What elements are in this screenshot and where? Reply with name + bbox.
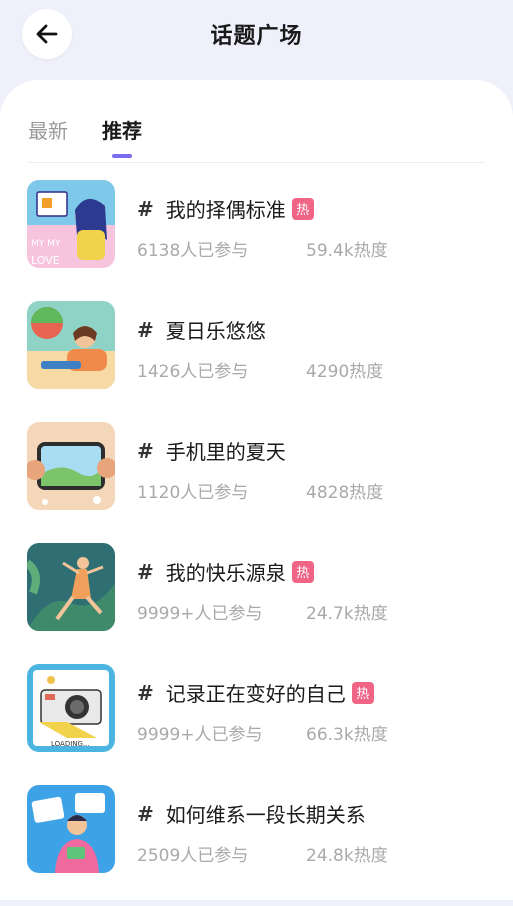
participant-count: 9999+人已参与: [137, 604, 263, 624]
heat-value: 4828热度: [306, 483, 384, 503]
tab-recommended-label: 推荐: [102, 119, 142, 143]
hashtag-icon: #: [137, 196, 154, 221]
topic-meta: 1426人已参与 4290热度: [137, 357, 383, 382]
topic-row[interactable]: LOADING... # 记录正在变好的自己 热 9999+人已参与 66.3k…: [0, 664, 513, 785]
topic-thumbnail: [27, 422, 115, 510]
hashtag-icon: #: [137, 680, 154, 705]
participant-count: 6138人已参与: [137, 241, 249, 261]
content-card: 最新 推荐 MY MY LOVE # 我的择偶标准 热 6138人已参与 59.…: [0, 80, 513, 900]
topic-thumbnail: MY MY LOVE: [27, 180, 115, 268]
heat-value: 59.4k热度: [306, 241, 388, 261]
topic-title-line: # 我的快乐源泉 热: [137, 557, 314, 586]
topic-row[interactable]: # 我的快乐源泉 热 9999+人已参与 24.7k热度: [0, 543, 513, 664]
topic-title-line: # 记录正在变好的自己 热: [137, 678, 374, 707]
heat-value: 66.3k热度: [306, 725, 388, 745]
tab-latest[interactable]: 最新: [28, 115, 68, 144]
topic-meta: 6138人已参与 59.4k热度: [137, 236, 388, 261]
participant-count: 2509人已参与: [137, 846, 249, 866]
hot-badge: 热: [291, 560, 314, 583]
svg-text:LOVE: LOVE: [31, 254, 60, 267]
heat-value: 24.7k热度: [306, 604, 388, 624]
active-tab-indicator: [112, 154, 132, 158]
top-bar: 话题广场: [0, 0, 513, 70]
participant-count: 1120人已参与: [137, 483, 249, 503]
divider: [28, 162, 485, 163]
topic-thumbnail: [27, 543, 115, 631]
topic-title: 我的择偶标准: [165, 198, 286, 222]
svg-text:LOADING...: LOADING...: [51, 740, 90, 748]
topic-row[interactable]: MY MY LOVE # 我的择偶标准 热 6138人已参与 59.4k热度: [0, 180, 513, 301]
participant-count: 1426人已参与: [137, 362, 249, 382]
topic-title: 记录正在变好的自己: [165, 682, 346, 706]
topic-meta: 1120人已参与 4828热度: [137, 478, 383, 503]
hot-badge: 热: [291, 197, 314, 220]
topic-title-line: # 手机里的夏天: [137, 436, 286, 465]
tab-recommended[interactable]: 推荐: [102, 115, 142, 158]
tab-bar: 最新 推荐: [28, 115, 142, 158]
heat-value: 4290热度: [306, 362, 384, 382]
topic-title: 夏日乐悠悠: [165, 319, 266, 343]
topic-title: 我的快乐源泉: [165, 561, 286, 585]
topic-meta: 9999+人已参与 66.3k热度: [137, 720, 388, 745]
hashtag-icon: #: [137, 438, 154, 463]
topic-row[interactable]: # 夏日乐悠悠 1426人已参与 4290热度: [0, 301, 513, 422]
participant-count: 9999+人已参与: [137, 725, 263, 745]
hashtag-icon: #: [137, 559, 154, 584]
svg-text:MY MY: MY MY: [31, 239, 61, 249]
topic-title-line: # 我的择偶标准 热: [137, 194, 314, 223]
topic-title: 手机里的夏天: [165, 440, 286, 464]
topic-thumbnail: LOADING...: [27, 664, 115, 752]
topic-row[interactable]: # 手机里的夏天 1120人已参与 4828热度: [0, 422, 513, 543]
hashtag-icon: #: [137, 801, 154, 826]
topic-list: MY MY LOVE # 我的择偶标准 热 6138人已参与 59.4k热度 #…: [0, 180, 513, 906]
heat-value: 24.8k热度: [306, 846, 388, 866]
topic-title-line: # 夏日乐悠悠: [137, 315, 266, 344]
topic-title-line: # 如何维系一段长期关系: [137, 799, 366, 828]
topic-thumbnail: [27, 785, 115, 873]
topic-title: 如何维系一段长期关系: [165, 803, 366, 827]
topic-meta: 2509人已参与 24.8k热度: [137, 841, 388, 866]
topic-thumbnail: [27, 301, 115, 389]
hot-badge: 热: [351, 681, 374, 704]
page-title: 话题广场: [210, 24, 303, 49]
topic-meta: 9999+人已参与 24.7k热度: [137, 599, 388, 624]
hashtag-icon: #: [137, 317, 154, 342]
